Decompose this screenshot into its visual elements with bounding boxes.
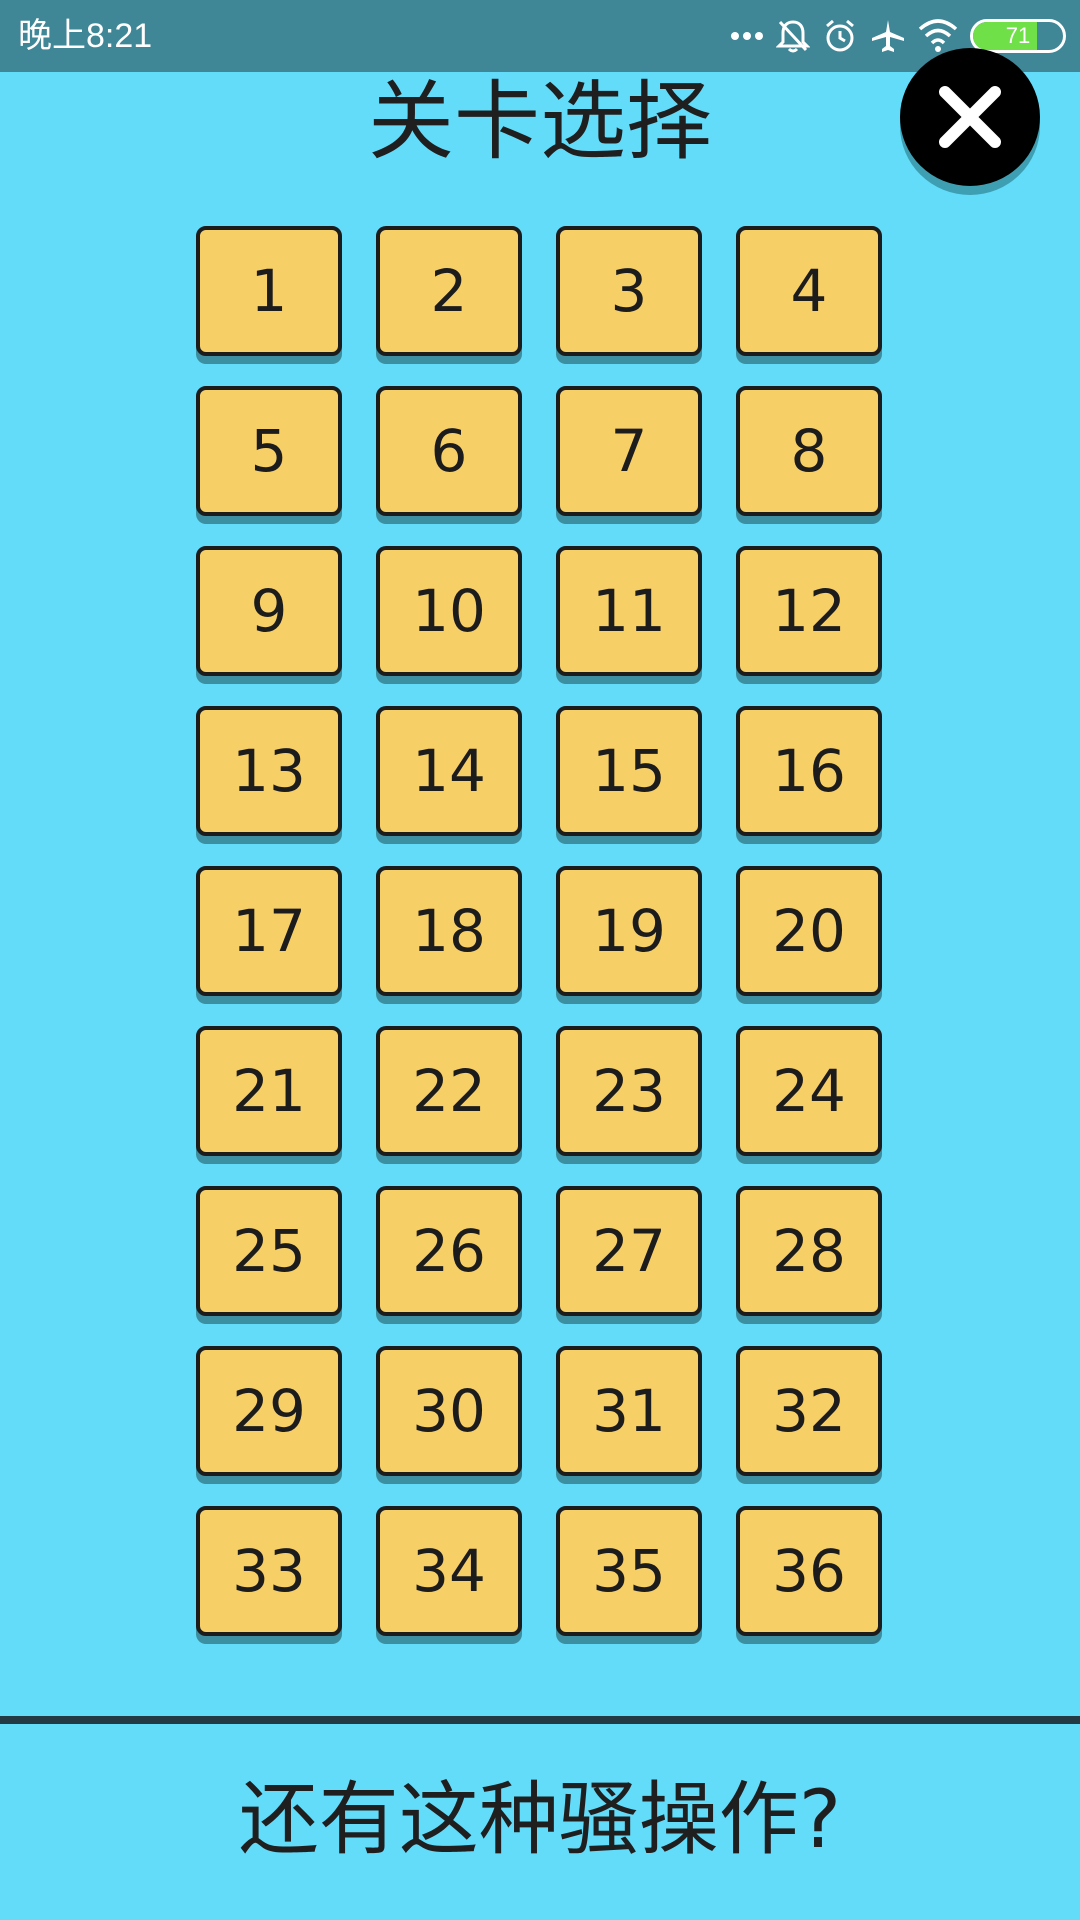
alarm-icon <box>822 18 858 54</box>
level-button-12[interactable]: 12 <box>736 546 882 676</box>
level-button-22[interactable]: 22 <box>376 1026 522 1156</box>
level-button-23[interactable]: 23 <box>556 1026 702 1156</box>
level-button-25[interactable]: 25 <box>196 1186 342 1316</box>
level-button-29[interactable]: 29 <box>196 1346 342 1476</box>
status-time: 晚上8:21 <box>18 17 153 55</box>
level-button-8[interactable]: 8 <box>736 386 882 516</box>
level-button-1[interactable]: 1 <box>196 226 342 356</box>
level-button-14[interactable]: 14 <box>376 706 522 836</box>
level-button-31[interactable]: 31 <box>556 1346 702 1476</box>
level-grid: 1 2 3 4 5 6 7 8 9 10 11 12 13 14 15 16 17 18 19 20 21 22 23 24 2… <box>196 226 886 1636</box>
wifi-icon <box>918 19 958 53</box>
level-button-28[interactable]: 28 <box>736 1186 882 1316</box>
level-button-15[interactable]: 15 <box>556 706 702 836</box>
battery-level: 71 <box>1005 23 1031 48</box>
level-button-7[interactable]: 7 <box>556 386 702 516</box>
level-button-35[interactable]: 35 <box>556 1506 702 1636</box>
level-button-26[interactable]: 26 <box>376 1186 522 1316</box>
level-button-33[interactable]: 33 <box>196 1506 342 1636</box>
level-button-10[interactable]: 10 <box>376 546 522 676</box>
level-button-9[interactable]: 9 <box>196 546 342 676</box>
level-button-6[interactable]: 6 <box>376 386 522 516</box>
close-icon <box>939 86 1001 148</box>
level-button-16[interactable]: 16 <box>736 706 882 836</box>
level-button-30[interactable]: 30 <box>376 1346 522 1476</box>
level-button-32[interactable]: 32 <box>736 1346 882 1476</box>
status-icons: 71 <box>730 12 1066 60</box>
level-button-13[interactable]: 13 <box>196 706 342 836</box>
footer-caption: 还有这种骚操作? <box>238 1773 842 1866</box>
level-button-18[interactable]: 18 <box>376 866 522 996</box>
level-button-5[interactable]: 5 <box>196 386 342 516</box>
level-button-2[interactable]: 2 <box>376 226 522 356</box>
level-button-17[interactable]: 17 <box>196 866 342 996</box>
battery-icon: 71 <box>970 19 1066 53</box>
level-button-3[interactable]: 3 <box>556 226 702 356</box>
level-button-20[interactable]: 20 <box>736 866 882 996</box>
airplane-icon <box>870 18 906 54</box>
level-button-19[interactable]: 19 <box>556 866 702 996</box>
level-button-4[interactable]: 4 <box>736 226 882 356</box>
close-button[interactable] <box>900 48 1040 186</box>
more-dots-icon <box>730 30 764 42</box>
level-button-11[interactable]: 11 <box>556 546 702 676</box>
level-select-screen: 晚上8:21 71 关卡选择 1 2 3 4 5 6 7 8 9 10 11 1… <box>0 0 1080 1920</box>
level-button-21[interactable]: 21 <box>196 1026 342 1156</box>
level-button-27[interactable]: 27 <box>556 1186 702 1316</box>
level-button-34[interactable]: 34 <box>376 1506 522 1636</box>
mute-bell-icon <box>776 18 810 54</box>
level-button-24[interactable]: 24 <box>736 1026 882 1156</box>
divider <box>0 1716 1080 1724</box>
level-button-36[interactable]: 36 <box>736 1506 882 1636</box>
status-bar: 晚上8:21 71 <box>0 0 1080 72</box>
